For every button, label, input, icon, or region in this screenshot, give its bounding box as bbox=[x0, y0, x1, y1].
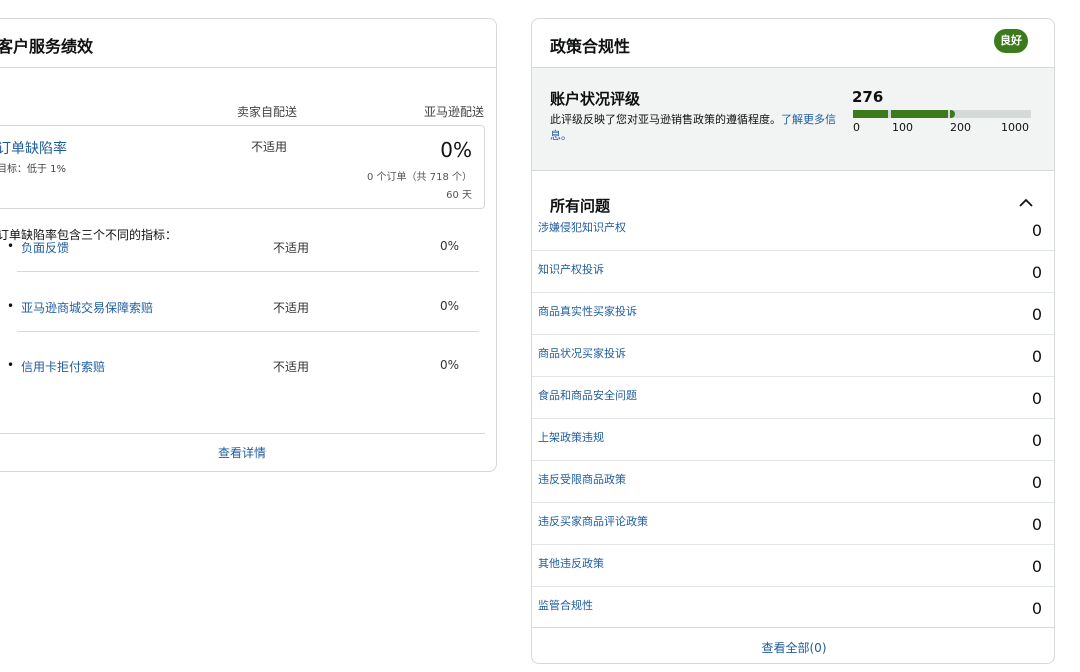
issue-count: 0 bbox=[1031, 473, 1042, 492]
account-health-rating: 账户状况评级 此评级反映了您对亚马逊销售政策的遵循程度。了解更多信息。 276 … bbox=[532, 67, 1054, 171]
issue-count: 0 bbox=[1031, 263, 1042, 282]
order-defect-rate-link[interactable]: 订单缺陷率 bbox=[0, 138, 67, 158]
account-health-description-text: 此评级反映了您对亚马逊销售政策的遵循程度。 bbox=[550, 113, 781, 126]
issue-row: 违反受限商品政策 0 bbox=[532, 461, 1054, 503]
status-badge: 良好 bbox=[994, 29, 1028, 53]
metric-seller-value: 不适用 bbox=[273, 301, 310, 315]
issue-count: 0 bbox=[1031, 221, 1042, 240]
issue-count: 0 bbox=[1031, 557, 1042, 576]
order-defect-rate-orders: 0 个订单（共 718 个） bbox=[367, 172, 472, 183]
issue-row: 商品真实性买家投诉 0 bbox=[532, 293, 1054, 335]
issue-count: 0 bbox=[1031, 599, 1042, 618]
column-header-amazon-fulfilled: 亚马逊配送 bbox=[423, 105, 484, 119]
policy-compliance-title: 政策合规性 bbox=[550, 37, 631, 56]
bullet-icon: • bbox=[7, 239, 15, 253]
customer-service-panel: 客户服务绩效 卖家自配送 亚马逊配送 订单缺陷率 目标：低于 1% 不适用 0%… bbox=[0, 18, 497, 472]
order-defect-rate-seller-value: 不适用 bbox=[251, 140, 288, 154]
issue-link-condition-complaints[interactable]: 商品状况买家投诉 bbox=[538, 345, 626, 361]
issue-link-restricted-products[interactable]: 违反受限商品政策 bbox=[538, 471, 626, 487]
issue-row: 食品和商品安全问题 0 bbox=[532, 377, 1054, 419]
metric-link-a-to-z-claims[interactable]: 亚马逊商城交易保障索赔 bbox=[21, 299, 153, 316]
account-health-title: 账户状况评级 bbox=[550, 90, 641, 108]
issue-link-authenticity-complaints[interactable]: 商品真实性买家投诉 bbox=[538, 303, 637, 319]
bullet-icon: • bbox=[7, 358, 15, 372]
customer-service-title: 客户服务绩效 bbox=[0, 37, 94, 56]
issue-row: 上架政策违规 0 bbox=[532, 419, 1054, 461]
issue-row: 涉嫌侵犯知识产权 0 bbox=[532, 209, 1054, 251]
scale-segment-100-200 bbox=[891, 110, 948, 118]
issue-link-product-safety[interactable]: 食品和商品安全问题 bbox=[538, 387, 637, 403]
scale-segment-0-100 bbox=[853, 110, 888, 118]
metric-row-negative-feedback: • 负面反馈 不适用 0% bbox=[0, 239, 483, 299]
metric-row-a-to-z-claims: • 亚马逊商城交易保障索赔 不适用 0% bbox=[0, 299, 483, 359]
issue-row: 商品状况买家投诉 0 bbox=[532, 335, 1054, 377]
issue-count: 0 bbox=[1031, 347, 1042, 366]
metric-link-chargeback-claims[interactable]: 信用卡拒付索赔 bbox=[21, 358, 105, 375]
scale-tick-label: 1000 bbox=[1001, 121, 1029, 134]
metric-amazon-value: 0% bbox=[439, 239, 459, 253]
bullet-icon: • bbox=[7, 299, 15, 313]
order-defect-rate-period: 60 天 bbox=[446, 190, 472, 201]
issue-row: 监管合规性 0 bbox=[532, 587, 1054, 629]
issue-link-regulatory-compliance[interactable]: 监管合规性 bbox=[538, 597, 593, 613]
metric-row-chargeback-claims: • 信用卡拒付索赔 不适用 0% bbox=[0, 358, 483, 418]
footer-divider bbox=[532, 627, 1054, 628]
order-defect-rate-card: 订单缺陷率 目标：低于 1% 不适用 0% 0 个订单（共 718 个） 60 … bbox=[0, 125, 485, 209]
metric-amazon-value: 0% bbox=[439, 299, 459, 313]
issue-link-review-policy[interactable]: 违反买家商品评论政策 bbox=[538, 513, 648, 529]
column-header-seller-fulfilled: 卖家自配送 bbox=[237, 105, 298, 119]
issue-count: 0 bbox=[1031, 515, 1042, 534]
account-health-score: 276 bbox=[852, 88, 884, 106]
issue-link-listing-policy[interactable]: 上架政策违规 bbox=[538, 429, 604, 445]
issue-count: 0 bbox=[1031, 305, 1042, 324]
order-defect-rate-target: 目标：低于 1% bbox=[0, 164, 67, 175]
issue-row: 违反买家商品评论政策 0 bbox=[532, 503, 1054, 545]
account-health-description: 此评级反映了您对亚马逊销售政策的遵循程度。了解更多信息。 bbox=[550, 112, 840, 144]
policy-compliance-panel: 政策合规性 良好 账户状况评级 此评级反映了您对亚马逊销售政策的遵循程度。了解更… bbox=[531, 18, 1055, 664]
scale-tick-label: 100 bbox=[892, 121, 913, 134]
issue-row: 知识产权投诉 0 bbox=[532, 251, 1054, 293]
issue-row: 其他违反政策 0 bbox=[532, 545, 1054, 587]
footer-divider bbox=[0, 433, 485, 434]
scale-tick-label: 0 bbox=[853, 121, 860, 134]
view-all-link[interactable]: 查看全部(0) bbox=[532, 639, 1054, 656]
order-defect-rate-amazon-value: 0% bbox=[440, 138, 472, 162]
header-divider bbox=[0, 67, 496, 68]
metric-amazon-value: 0% bbox=[439, 358, 459, 372]
metric-seller-value: 不适用 bbox=[273, 241, 310, 255]
metric-divider bbox=[17, 331, 479, 332]
metric-link-negative-feedback[interactable]: 负面反馈 bbox=[21, 239, 69, 256]
account-health-scale bbox=[853, 110, 1031, 118]
issue-link-other-violations[interactable]: 其他违反政策 bbox=[538, 555, 604, 571]
view-details-link[interactable]: 查看详情 bbox=[0, 444, 497, 461]
issue-count: 0 bbox=[1031, 389, 1042, 408]
issue-link-ip-complaints[interactable]: 知识产权投诉 bbox=[538, 261, 604, 277]
metric-divider bbox=[17, 271, 479, 272]
metric-seller-value: 不适用 bbox=[273, 360, 310, 374]
issue-count: 0 bbox=[1031, 431, 1042, 450]
scale-tick-label: 200 bbox=[950, 121, 971, 134]
issue-link-ip-infringement[interactable]: 涉嫌侵犯知识产权 bbox=[538, 219, 626, 235]
